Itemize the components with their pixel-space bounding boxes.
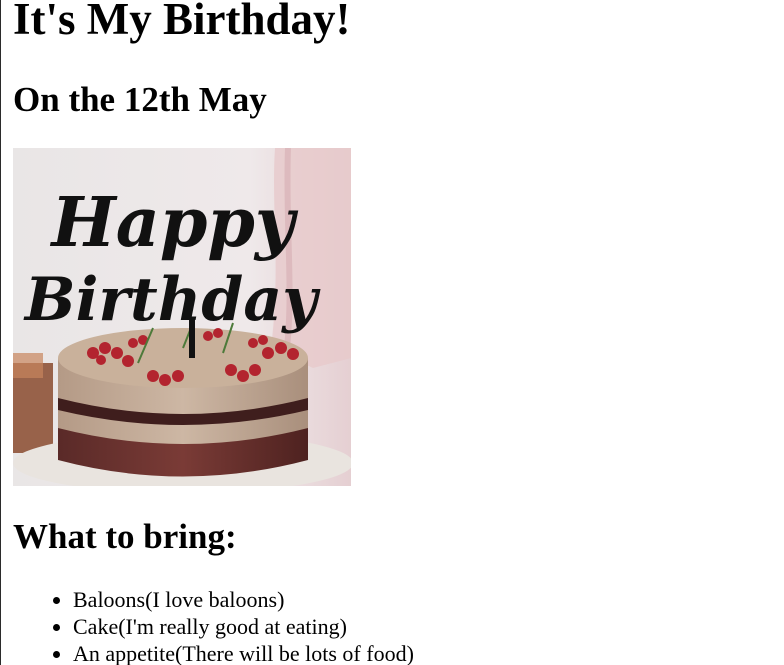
topper-line-1: Happy <box>50 183 299 263</box>
page-left-border <box>0 0 1 665</box>
list-item: An appetite(There will be lots of food) <box>73 640 414 665</box>
bring-list: Baloons(I love baloons) Cake(I'm really … <box>13 586 414 665</box>
page-title: It's My Birthday! <box>13 0 351 44</box>
birthday-cake-image: Happy Birthday <box>13 148 351 486</box>
topper-line-2: Birthday <box>23 265 321 335</box>
what-to-bring-heading: What to bring: <box>13 517 237 556</box>
page-content: It's My Birthday! On the 12th May Happy … <box>13 0 773 665</box>
page-subtitle: On the 12th May <box>13 80 267 119</box>
list-item: Cake(I'm really good at eating) <box>73 613 414 640</box>
list-item: Baloons(I love baloons) <box>73 586 414 613</box>
